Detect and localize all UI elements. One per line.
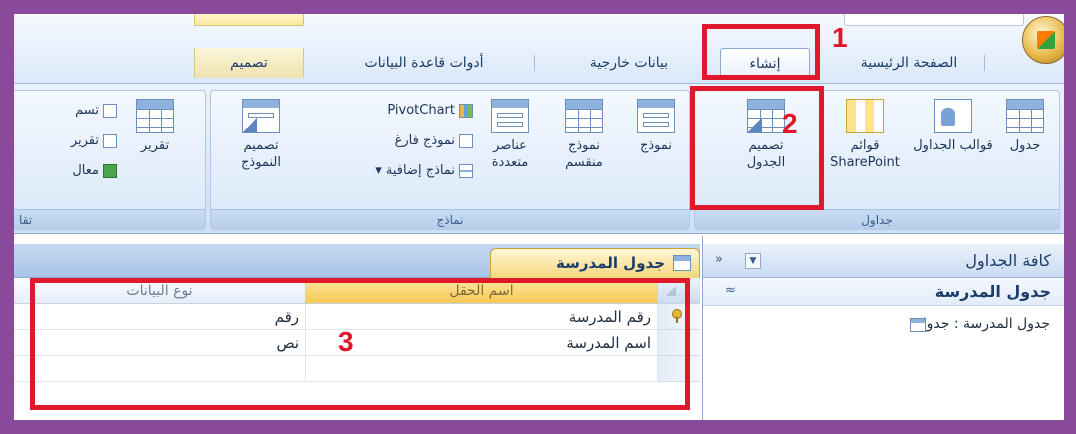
report-partial-3-label: معال	[72, 163, 99, 178]
report-wizard-button[interactable]: معال	[14, 161, 117, 181]
tab-database-tools[interactable]: أدوات قاعدة البيانات	[314, 48, 535, 78]
nav-group-header[interactable]: ≈ جدول المدرسة	[703, 278, 1064, 306]
document-tab-strip: جدول المدرسة	[14, 244, 700, 278]
table-templates-label: قوالب الجداول	[913, 138, 993, 153]
nav-menu-chevron-down-icon[interactable]: ▼	[745, 253, 761, 269]
nav-pane-title: كافة الجداول	[965, 251, 1051, 270]
access-window: الصفحة الرئيسية إنشاء بيانات خارجية أدوا…	[14, 14, 1064, 420]
office-logo-icon	[1037, 31, 1055, 49]
annotation-number-1: 1	[832, 22, 848, 53]
pivotchart-label: PivotChart	[387, 103, 455, 118]
ribbon: جدول قوالب الجداول قوائم SharePoint تصمي…	[14, 84, 1064, 234]
annotation-box-design-grid	[30, 278, 690, 410]
table-icon	[1006, 99, 1044, 133]
nav-group-title: جدول المدرسة	[934, 282, 1051, 301]
annotation-box-create-tab	[702, 24, 820, 80]
group-forms-label: نماذج	[211, 209, 689, 229]
tab-external-data[interactable]: بيانات خارجية	[554, 48, 705, 78]
more-forms-icon	[459, 163, 473, 178]
multiple-items-icon	[491, 99, 529, 133]
table-icon	[673, 255, 691, 271]
report-button[interactable]: تقرير	[123, 99, 187, 154]
office-button[interactable]	[1022, 16, 1064, 64]
group-reports-label: تقا	[14, 209, 205, 229]
group-tables-label: جداول	[695, 209, 1059, 229]
multiple-items-label-top: عناصر	[493, 138, 527, 153]
multiple-items-button[interactable]: عناصر متعددة	[477, 99, 543, 171]
form-design-icon	[242, 99, 280, 133]
multiple-items-label-bottom: متعددة	[491, 155, 529, 170]
report-partial-3-icon	[103, 163, 117, 178]
sharepoint-lists-label-top: قوائم	[850, 138, 880, 153]
ribbon-tab-bar: الصفحة الرئيسية إنشاء بيانات خارجية أدوا…	[14, 14, 1064, 84]
split-form-label-top: نموذج	[567, 138, 601, 153]
split-form-icon	[565, 99, 603, 133]
blank-report-button[interactable]: تقرير	[14, 131, 117, 151]
contextual-tab-strip	[194, 14, 304, 26]
split-form-label-bottom: منقسم	[565, 155, 603, 170]
sharepoint-lists-label-bottom: SharePoint	[830, 155, 900, 170]
annotation-number-2: 2	[782, 108, 798, 139]
document-tab-school-table[interactable]: جدول المدرسة	[490, 248, 700, 278]
collapse-pane-icon[interactable]: »	[715, 252, 723, 267]
form-design-label-top: تصميم	[243, 138, 279, 153]
tab-home[interactable]: الصفحة الرئيسية	[834, 48, 985, 78]
report-label: تقرير	[140, 138, 170, 153]
form-label: نموذج	[639, 138, 673, 153]
pivotchart-icon	[459, 103, 473, 118]
tab-design[interactable]: تصميم	[194, 48, 304, 78]
table-templates-button[interactable]: قوالب الجداول	[913, 99, 993, 154]
table-button[interactable]: جدول	[995, 99, 1055, 154]
split-form-button[interactable]: نموذج منقسم	[551, 99, 617, 171]
blank-form-icon	[459, 133, 473, 148]
sharepoint-lists-icon	[846, 99, 884, 133]
document-tab-label: جدول المدرسة	[555, 254, 665, 272]
more-forms-button[interactable]: ▾ نماذج إضافية	[309, 161, 473, 181]
chevron-up-icon[interactable]: ≈	[725, 283, 736, 298]
form-button[interactable]: نموذج	[625, 99, 687, 154]
table-templates-icon	[934, 99, 972, 133]
navigation-pane: » ▼ كافة الجداول ≈ جدول المدرسة جدول الم…	[702, 236, 1064, 420]
report-partial-1-label: تسم	[75, 103, 99, 118]
more-forms-label: نماذج إضافية	[385, 163, 455, 178]
title-search-box[interactable]	[844, 14, 1024, 26]
table-label: جدول	[1009, 138, 1041, 153]
annotation-box-table-design	[690, 86, 824, 210]
report-icon	[136, 99, 174, 133]
nav-item-label: جدول المدرسة : جدول	[916, 316, 1050, 332]
table-icon	[910, 318, 926, 332]
report-partial-1-icon	[103, 103, 117, 118]
form-design-button[interactable]: تصميم النموذج	[219, 99, 303, 171]
group-forms: نموذج نموذج منقسم عناصر متعددة PivotChar…	[210, 90, 690, 230]
blank-form-button[interactable]: نموذج فارغ	[327, 131, 473, 151]
form-design-label-bottom: النموذج	[241, 155, 281, 170]
pivotchart-button[interactable]: PivotChart	[327, 101, 473, 121]
more-forms-dropdown-icon: ▾	[375, 163, 386, 178]
sharepoint-lists-button[interactable]: قوائم SharePoint	[817, 99, 913, 171]
report-partial-2-icon	[103, 133, 117, 148]
nav-pane-header[interactable]: » ▼ كافة الجداول	[703, 244, 1064, 278]
nav-item-school-table[interactable]: جدول المدرسة : جدول	[910, 316, 1050, 332]
outer-frame: الصفحة الرئيسية إنشاء بيانات خارجية أدوا…	[0, 0, 1076, 434]
group-reports: تقرير تسم تقرير معال تقا	[14, 90, 206, 230]
blank-form-label: نموذج فارغ	[394, 133, 455, 148]
report-partial-2-label: تقرير	[70, 133, 99, 148]
report-labels-button[interactable]: تسم	[14, 101, 117, 121]
annotation-number-3: 3	[338, 326, 354, 357]
form-icon	[637, 99, 675, 133]
